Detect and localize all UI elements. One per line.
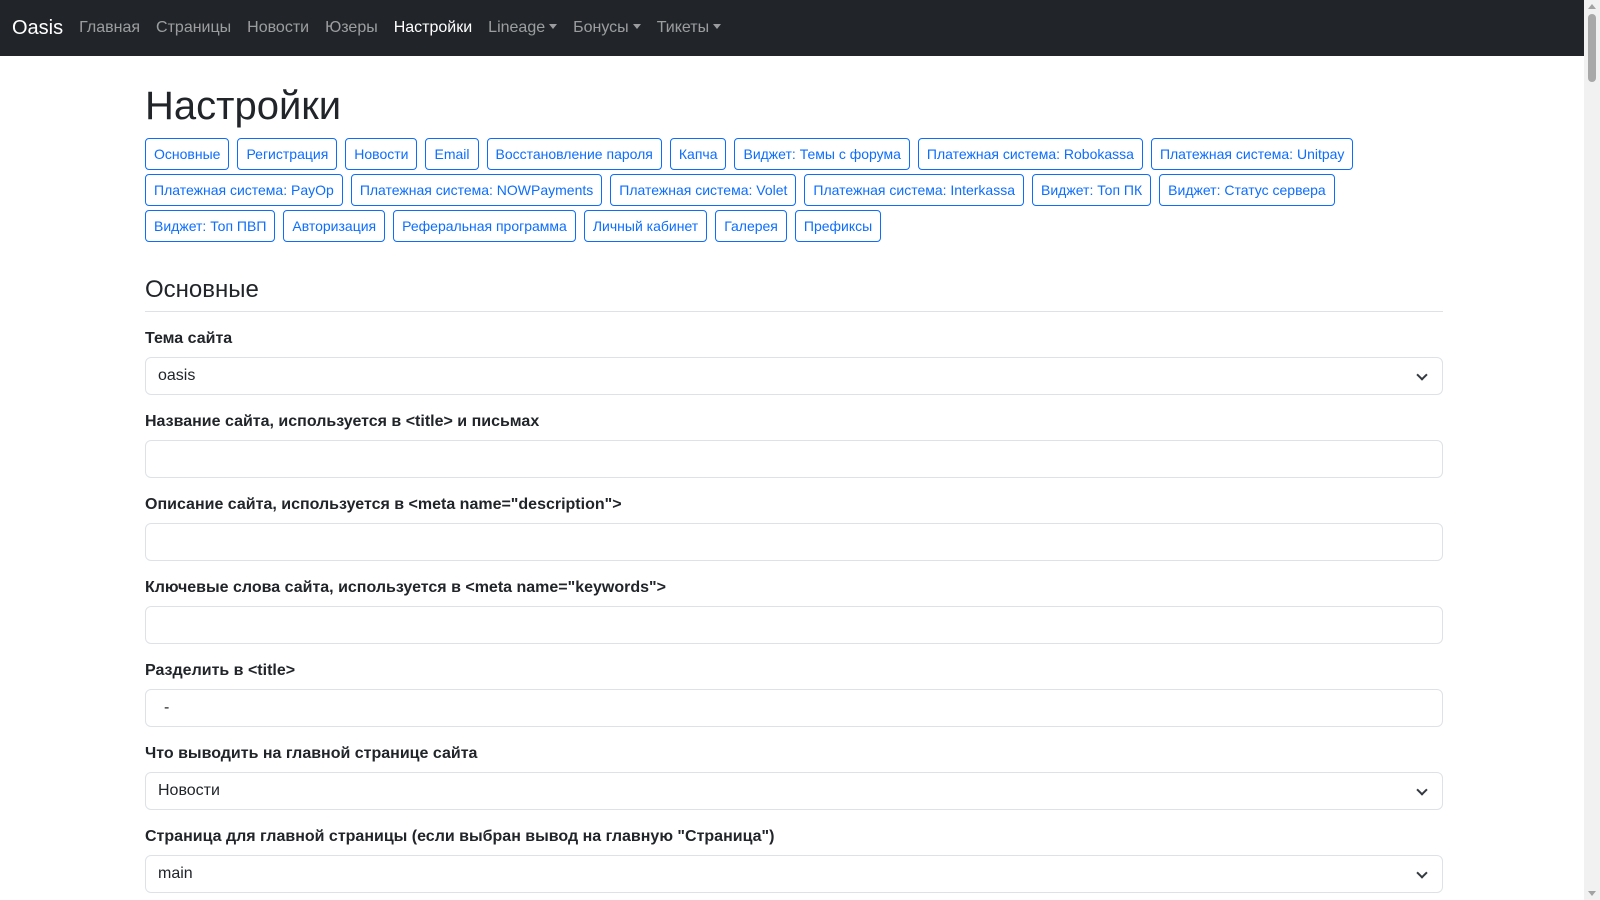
caret-down-icon [632,24,641,29]
description-label: Описание сайта, используется в <meta nam… [145,495,622,513]
tab-widget-top-pk[interactable]: Виджет: Топ ПК [1032,174,1152,206]
chevron-down-icon [1416,784,1428,796]
description-input[interactable] [145,522,1443,561]
scrollbar-thumb[interactable] [1588,14,1596,82]
tab-payment-nowpayments[interactable]: Платежная система: NOWPayments [350,174,603,206]
field-separator: Разделить в <title> - [145,662,1443,727]
separator-input[interactable]: - [145,688,1443,727]
keywords-label: Ключевые слова сайта, используется в <me… [145,578,666,596]
tab-authorization[interactable]: Авторизация [283,210,386,242]
tab-payment-unitpay[interactable]: Платежная система: Unitpay [1150,138,1354,170]
tab-payment-payop[interactable]: Платежная система: PayOp [145,174,343,206]
settings-tabs: Основные Регистрация Новости Email Восст… [145,138,1443,246]
tab-widget-top-pvp[interactable]: Виджет: Топ ПВП [145,210,276,242]
field-main-page: Страница для главной страницы (если выбр… [145,828,1443,893]
main-output-select[interactable]: Новости [145,771,1443,810]
nav-item-tickets[interactable]: Тикеты [656,19,722,37]
vertical-scrollbar[interactable] [1584,0,1600,900]
nav-item-bonuses[interactable]: Бонусы [573,19,641,37]
nav-item-settings[interactable]: Настройки [394,19,472,37]
field-site-name: Название сайта, используется в <title> и… [145,413,1443,478]
theme-select-value: oasis [158,366,196,384]
field-main-output: Что выводить на главной странице сайта Н… [145,745,1443,810]
tab-personal-cabinet[interactable]: Личный кабинет [583,210,708,242]
brand-logo[interactable]: Oasis [12,17,63,40]
tab-gallery[interactable]: Галерея [715,210,787,242]
tab-password-recovery[interactable]: Восстановление пароля [486,138,662,170]
theme-select[interactable]: oasis [145,356,1443,395]
main-output-label: Что выводить на главной странице сайта [145,744,478,762]
main-page-select[interactable]: main [145,854,1443,893]
tab-referral-program[interactable]: Реферальная программа [393,210,576,242]
chevron-down-icon [1416,867,1428,879]
field-theme: Тема сайта oasis [145,330,1443,395]
scroll-up-icon[interactable] [1588,4,1596,9]
keywords-input[interactable] [145,605,1443,644]
nav-item-bonuses-label: Бонусы [573,19,629,36]
separator-label: Разделить в <title> [145,661,296,679]
nav-item-lineage[interactable]: Lineage [488,19,558,37]
tab-payment-volet[interactable]: Платежная система: Volet [610,174,797,206]
main-content: Настройки Основные Регистрация Новости E… [145,56,1443,893]
site-name-label: Название сайта, используется в <title> и… [145,412,540,430]
site-name-input[interactable] [145,439,1443,478]
nav-item-news[interactable]: Новости [247,19,309,37]
main-page-label: Страница для главной страницы (если выбр… [145,827,775,845]
field-keywords: Ключевые слова сайта, используется в <me… [145,579,1443,644]
section-title: Основные [145,276,1443,312]
main-page-select-value: main [158,864,193,882]
tab-news[interactable]: Новости [345,138,418,170]
chevron-down-icon [1416,369,1428,381]
page-title: Настройки [145,84,342,128]
nav-item-tickets-label: Тикеты [656,19,710,36]
tab-prefixes[interactable]: Префиксы [794,210,882,242]
caret-down-icon [713,24,722,29]
tab-general[interactable]: Основные [145,138,230,170]
top-navbar: Oasis Главная Страницы Новости Юзеры Нас… [0,0,1584,56]
tab-widget-server-status[interactable]: Виджет: Статус сервера [1159,174,1335,206]
caret-down-icon [549,24,558,29]
tab-registration[interactable]: Регистрация [237,138,338,170]
nav-item-lineage-label: Lineage [488,19,546,36]
main-output-select-value: Новости [158,781,220,799]
tab-widget-forum-topics[interactable]: Виджет: Темы с форума [734,138,910,170]
scroll-down-icon[interactable] [1588,891,1596,896]
tab-captcha[interactable]: Капча [669,138,727,170]
nav-item-users[interactable]: Юзеры [325,19,378,37]
tab-payment-interkassa[interactable]: Платежная система: Interkassa [804,174,1025,206]
nav-item-pages[interactable]: Страницы [156,19,231,37]
tab-payment-robokassa[interactable]: Платежная система: Robokassa [917,138,1143,170]
field-description: Описание сайта, используется в <meta nam… [145,496,1443,561]
tab-email[interactable]: Email [425,138,479,170]
theme-label: Тема сайта [145,329,233,347]
nav-item-home[interactable]: Главная [79,19,140,37]
